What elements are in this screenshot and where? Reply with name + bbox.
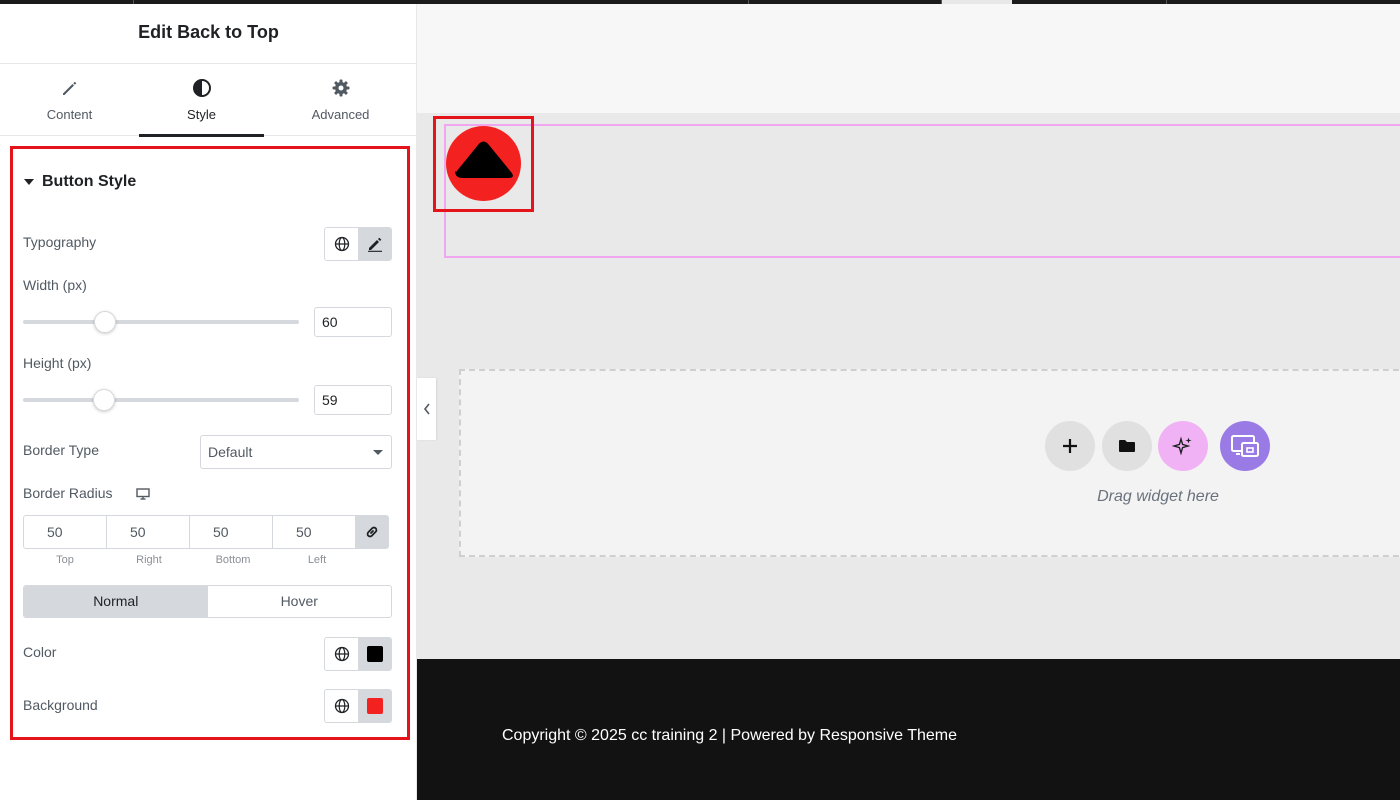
panel-title: Edit Back to Top [0,4,417,64]
tab-label: Advanced [311,107,370,122]
chevron-down-icon [373,450,383,455]
link-values-button[interactable] [355,515,389,549]
border-radius-label: Border Radius [23,485,113,501]
border-radius-inputs: 50 50 50 50 [23,515,392,549]
background-label: Background [23,697,98,713]
preview-canvas [417,4,1400,659]
border-type-label: Border Type [23,442,100,458]
widget-outline[interactable] [444,124,1400,258]
template-kit-button[interactable] [1220,421,1270,471]
color-picker-button[interactable] [358,638,391,670]
globe-icon [334,236,349,252]
radius-top-input[interactable]: 50 [23,515,107,549]
side-label-right: Right [136,554,162,566]
color-controls [324,637,392,671]
template-kit-icon [1231,435,1259,457]
height-input[interactable]: 59 [314,385,392,415]
drag-widget-text: Drag widget here [1097,488,1219,505]
height-slider-thumb[interactable] [93,389,115,411]
tab-normal[interactable]: Normal [24,586,208,617]
tab-label: Style [187,107,216,122]
globe-button[interactable] [325,690,358,722]
add-icon [1063,439,1077,453]
ai-generate-button[interactable] [1158,421,1208,471]
gear-icon [332,79,349,97]
typography-controls [324,227,392,261]
width-input[interactable]: 60 [314,307,392,337]
background-swatch [366,698,383,714]
typography-label: Typography [23,234,97,250]
ai-sparkle-icon [1172,436,1192,456]
link-icon [366,526,378,538]
edit-typography-button[interactable] [358,228,391,260]
pencil-icon [367,237,382,252]
tab-style[interactable]: Style [139,64,264,137]
chevron-left-icon [423,403,430,415]
section-title: Button Style [42,173,137,190]
side-label-bottom: Bottom [215,554,251,566]
color-label: Color [23,644,57,660]
desktop-icon[interactable] [136,488,150,500]
pencil-icon [62,81,76,95]
globe-button[interactable] [325,638,358,670]
arrow-up-icon [455,141,513,178]
globe-icon [334,646,349,662]
width-slider[interactable] [23,320,299,324]
side-label-left: Left [307,554,327,566]
back-to-top-button[interactable] [446,126,521,201]
footer-copyright: Copyright © 2025 cc training 2 | Powered… [502,727,957,744]
width-slider-thumb[interactable] [94,311,116,333]
panel-tabs: Content Style Advanced [0,64,417,137]
border-radius-side-labels: Top Right Bottom Left [23,554,359,566]
width-label: Width (px) [23,277,87,293]
radius-bottom-input[interactable]: 50 [189,515,273,549]
tab-advanced[interactable]: Advanced [278,64,403,136]
color-swatch [366,646,383,662]
globe-icon [334,698,349,714]
height-slider[interactable] [23,398,299,402]
border-type-value: Default [208,444,253,460]
caret-down-icon [24,179,34,185]
side-label-top: Top [56,554,74,566]
globe-button[interactable] [325,228,358,260]
collapse-panel-button[interactable] [417,378,436,440]
half-circle-icon [192,79,211,97]
height-label: Height (px) [23,355,92,371]
add-template-button[interactable] [1102,421,1152,471]
tab-content[interactable]: Content [7,64,132,136]
state-toggle: Normal Hover [23,585,392,618]
radius-left-input[interactable]: 50 [272,515,356,549]
add-section-button[interactable] [1045,421,1095,471]
tab-hover[interactable]: Hover [208,586,392,617]
tab-label: Content [46,107,93,122]
section-button-style[interactable]: Button Style [24,173,136,191]
radius-right-input[interactable]: 50 [106,515,190,549]
folder-icon [1119,440,1135,452]
background-controls [324,689,392,723]
background-picker-button[interactable] [358,690,391,722]
border-type-select[interactable]: Default [200,435,392,469]
